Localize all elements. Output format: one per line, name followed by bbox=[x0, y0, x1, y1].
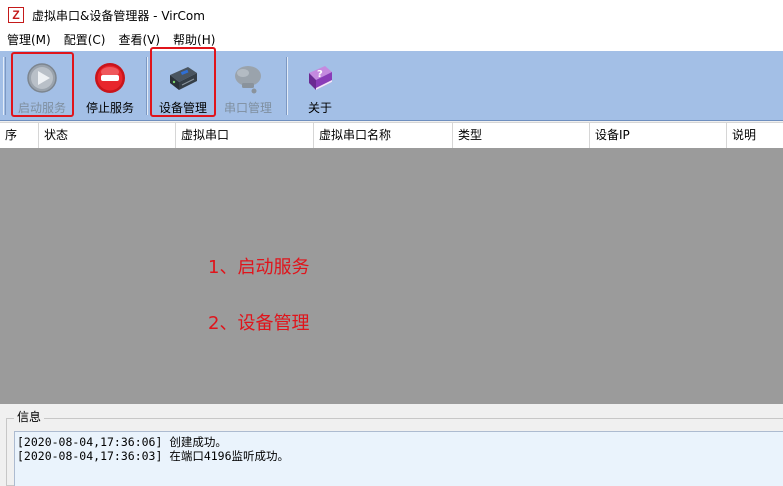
start-service-button[interactable]: 启动服务 bbox=[9, 57, 75, 117]
toolbar-separator bbox=[146, 57, 148, 115]
menu-manage[interactable]: 管理(M) bbox=[0, 30, 57, 50]
col-status[interactable]: 状态 bbox=[39, 123, 176, 148]
stop-service-button[interactable]: 停止服务 bbox=[77, 57, 143, 117]
app-logo-icon: Z bbox=[8, 7, 24, 23]
log-line: [2020-08-04,17:36:06] 创建成功。 bbox=[17, 435, 227, 449]
about-label: 关于 bbox=[307, 101, 332, 115]
menu-help[interactable]: 帮助(H) bbox=[166, 30, 221, 50]
col-virtual-port-name[interactable]: 虚拟串口名称 bbox=[314, 123, 453, 148]
device-manage-button[interactable]: 设备管理 bbox=[150, 57, 216, 117]
menu-view[interactable]: 查看(V) bbox=[111, 30, 166, 50]
col-device-ip[interactable]: 设备IP bbox=[590, 123, 727, 148]
about-button[interactable]: ? 关于 bbox=[287, 57, 353, 117]
menu-bar: 管理(M) 配置(C) 查看(V) 帮助(H) bbox=[0, 30, 783, 50]
annotation-step-1: 1、启动服务 bbox=[208, 257, 310, 278]
window-title: 虚拟串口&设备管理器 - VirCom bbox=[32, 8, 205, 23]
col-index[interactable]: 序 bbox=[0, 123, 39, 148]
start-service-label: 启动服务 bbox=[17, 101, 66, 115]
col-type[interactable]: 类型 bbox=[453, 123, 590, 148]
info-caption: 信息 bbox=[14, 410, 45, 424]
device-manage-label: 设备管理 bbox=[158, 101, 207, 115]
serial-manage-button[interactable]: 串口管理 bbox=[215, 57, 281, 117]
play-icon bbox=[27, 63, 57, 93]
log-line: [2020-08-04,17:36:03] 在端口4196监听成功。 bbox=[17, 449, 290, 463]
menu-config[interactable]: 配置(C) bbox=[57, 30, 112, 50]
toolbar: 启动服务 停止服务 设备管理 串口管理 ? 关于 bbox=[0, 47, 783, 121]
col-description[interactable]: 说明 bbox=[727, 123, 783, 148]
device-table-body[interactable]: 1、启动服务 2、设备管理 bbox=[0, 148, 783, 404]
title-bar: Z 虚拟串口&设备管理器 - VirCom bbox=[0, 0, 783, 30]
stop-icon bbox=[95, 63, 125, 93]
device-icon bbox=[170, 67, 197, 90]
svg-text:?: ? bbox=[317, 69, 323, 80]
serial-port-icon bbox=[235, 66, 261, 94]
stop-service-label: 停止服务 bbox=[85, 101, 134, 115]
help-book-icon: ? bbox=[309, 66, 332, 90]
col-virtual-port[interactable]: 虚拟串口 bbox=[176, 123, 314, 148]
device-table-header: 序 状态 虚拟串口 虚拟串口名称 类型 设备IP 说明 bbox=[0, 122, 783, 148]
info-log[interactable]: [2020-08-04,17:36:06] 创建成功。 [2020-08-04,… bbox=[14, 431, 783, 486]
toolbar-grip[interactable] bbox=[3, 57, 6, 115]
serial-manage-label: 串口管理 bbox=[223, 101, 272, 115]
info-panel: 信息 [2020-08-04,17:36:06] 创建成功。 [2020-08-… bbox=[0, 404, 783, 486]
annotation-step-2: 2、设备管理 bbox=[208, 313, 310, 334]
